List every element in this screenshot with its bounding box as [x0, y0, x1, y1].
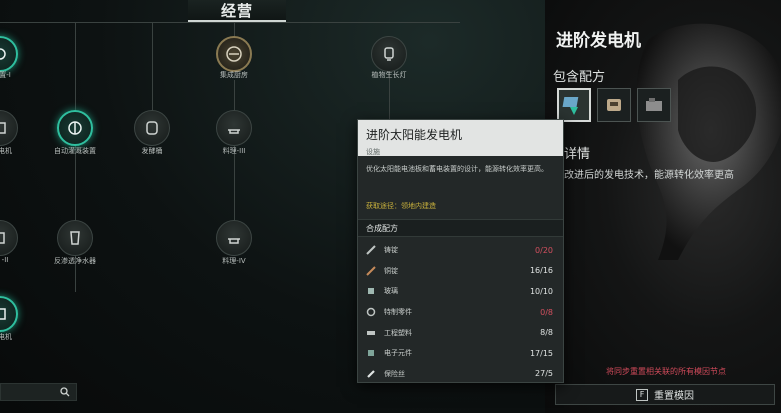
tooltip-source: 获取途径：领地内建造 [366, 201, 436, 211]
node-barrel[interactable] [134, 110, 170, 146]
detail-text: 改进后的发电技术，能源转化效率更高 [564, 170, 734, 181]
recipes-heading: 包含配方 [553, 70, 606, 85]
node-label: 反渗透净水器 [54, 257, 96, 265]
solar-panel-icon [562, 97, 579, 115]
item-tooltip: 进阶太阳能发电机 设施 优化太阳能电池板和蓄电装置的设计，能源转化效率更高。 获… [357, 119, 564, 383]
material-row: 电子元件 17/15 [358, 343, 563, 364]
node-edge-1[interactable] [0, 36, 18, 72]
node-cooking-4[interactable] [216, 220, 252, 256]
game-screen: 经营 集成厨房 植物生长灯 自动灌溉装置 发酵桶 料理-III 反渗透净水器 料… [0, 0, 781, 413]
source-label: 获取途径： [366, 202, 401, 210]
purifier-icon [70, 231, 80, 245]
tree-connector [0, 22, 460, 23]
ingot-icon [366, 245, 376, 256]
node-label: 发酵桶 [141, 147, 163, 155]
kitchen-icon [226, 46, 242, 62]
node-label: 集成厨房 [220, 71, 248, 79]
generator-icon [0, 122, 6, 134]
panel-title: 进阶发电机 [556, 31, 641, 51]
node-label: 料理-III [222, 147, 246, 155]
recipe-generator-2[interactable] [597, 88, 631, 122]
node-lamp[interactable] [371, 36, 407, 72]
material-row: 特制零件 0/8 [358, 302, 563, 323]
reset-meme-button[interactable]: F 重置模因 [555, 384, 775, 405]
node-irrigation[interactable] [57, 110, 93, 146]
fuse-icon [367, 370, 375, 378]
material-name: 保险丝 [384, 369, 405, 378]
reset-label: 重置模因 [654, 391, 694, 402]
material-count: 8/8 [540, 328, 553, 338]
part-icon [366, 307, 376, 317]
detail-heading: 详情 [564, 147, 591, 162]
copper-icon [366, 266, 376, 276]
machine-icon [646, 98, 662, 111]
node-label: 置-I [0, 71, 11, 79]
material-row: 玻璃 10/10 [358, 281, 563, 302]
node-edge-2[interactable] [0, 110, 18, 146]
cooking-icon [228, 238, 240, 244]
device-icon [0, 48, 6, 60]
node-label: 料理-IV [222, 257, 246, 265]
reset-warning: 将同步重置相关联的所有模因节点 [606, 367, 726, 376]
search-icon [60, 387, 70, 397]
material-name: 电子元件 [384, 349, 412, 358]
irrigation-icon [68, 121, 82, 135]
glass-icon [368, 288, 374, 295]
search-box[interactable] [0, 383, 77, 401]
recipe-solar-generator[interactable] [557, 88, 591, 122]
material-row: 铸锭 0/20 [358, 240, 563, 261]
material-name: 玻璃 [384, 287, 398, 296]
material-name: 特制零件 [384, 308, 412, 317]
node-kitchen[interactable] [216, 36, 252, 72]
node-label: -II [1, 256, 9, 264]
material-name: 工程塑料 [384, 328, 412, 337]
plastic-icon [367, 330, 375, 335]
generator-icon [607, 99, 621, 111]
barrel-icon [146, 121, 158, 135]
material-name: 铸锭 [384, 246, 398, 255]
node-purifier[interactable] [57, 220, 93, 256]
material-row: 保险丝 27/5 [358, 364, 563, 385]
material-row: 工程塑料 8/8 [358, 322, 563, 343]
chip-icon [368, 350, 374, 357]
material-row: 铜锭 16/16 [358, 261, 563, 282]
recipe-list [557, 88, 671, 122]
recipe-generator-3[interactable] [637, 88, 671, 122]
node-label: 植物生长灯 [371, 71, 407, 79]
material-count: 0/20 [535, 245, 553, 255]
device-icon [0, 232, 5, 244]
materials-heading: 合成配方 [358, 219, 563, 237]
material-count: 0/8 [540, 307, 553, 317]
material-count: 10/10 [529, 286, 553, 296]
material-count: 27/5 [535, 369, 553, 379]
material-name: 铜锭 [384, 266, 398, 275]
node-edge-3[interactable] [0, 220, 18, 256]
node-label: 电机 [0, 147, 12, 155]
source-value: 领地内建造 [401, 202, 436, 210]
generator-icon [0, 308, 6, 320]
tooltip-header: 进阶太阳能发电机 设施 [358, 120, 563, 156]
material-count: 17/15 [529, 348, 553, 358]
lamp-icon [384, 47, 394, 61]
node-cooking-3[interactable] [216, 110, 252, 146]
material-count: 16/16 [529, 266, 553, 276]
materials-list: 铸锭 0/20 铜锭 16/16 玻璃 10/10 特制零件 0/8 工程塑料 [358, 240, 563, 384]
cooking-icon [228, 129, 240, 134]
tooltip-item-name: 进阶太阳能发电机 [366, 128, 463, 142]
keybind-f: F [636, 388, 648, 401]
creature-illustration [636, 23, 781, 260]
tree-connector [152, 22, 153, 112]
node-edge-4[interactable] [0, 296, 18, 332]
section-title: 经营 [188, 0, 286, 22]
node-label: 电机 [0, 333, 12, 341]
